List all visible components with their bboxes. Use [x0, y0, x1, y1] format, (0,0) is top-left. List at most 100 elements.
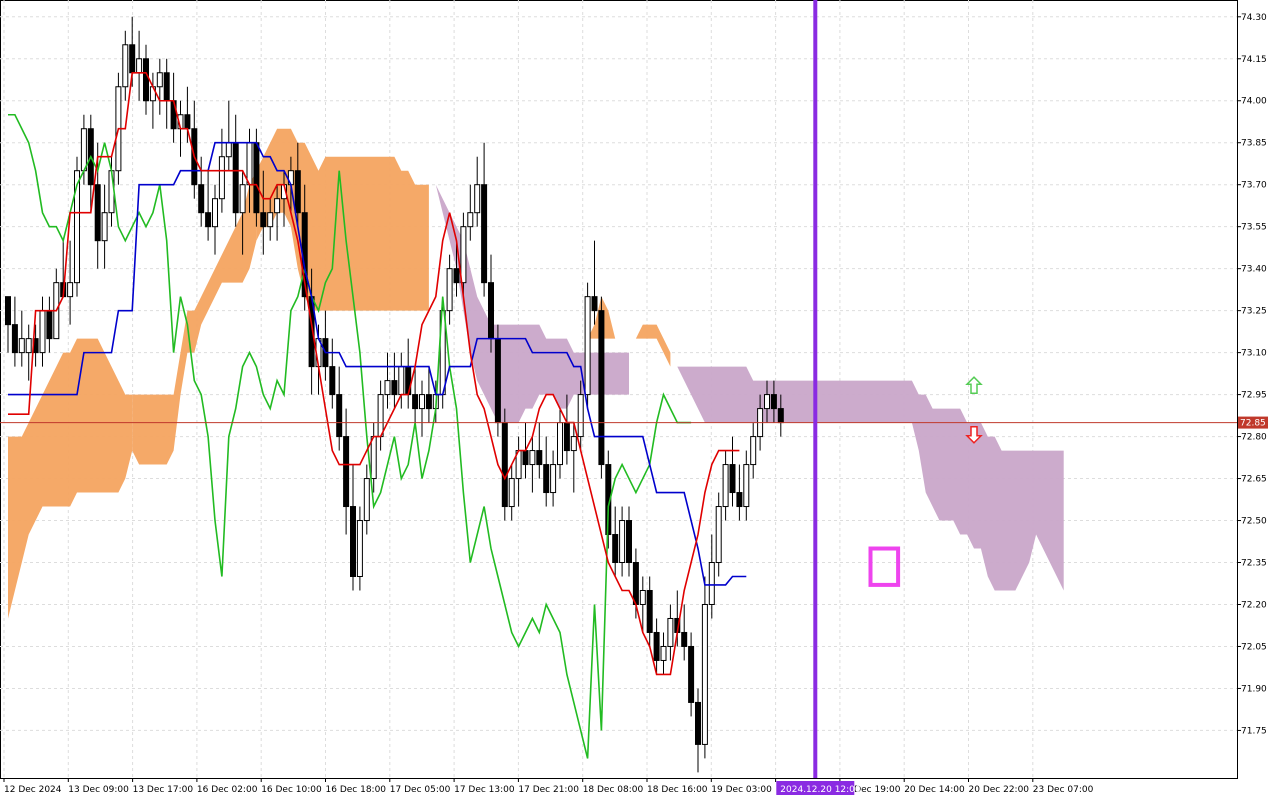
candle-body: [736, 492, 743, 508]
candle-body: [570, 436, 577, 452]
candle-body: [94, 184, 101, 242]
candle-body: [529, 450, 536, 466]
candle-body: [619, 520, 626, 564]
x-tick-label: 20 Dec 22:00: [969, 785, 1030, 795]
candle-body: [18, 338, 25, 354]
x-tick-label: 16 Dec 02:00: [197, 785, 258, 795]
candle-body: [5, 296, 11, 326]
candle-body: [129, 44, 136, 74]
candle-body: [205, 212, 212, 228]
ichimoku-chart[interactable]: 74.30 74.15 74.00 73.85 73.70 73.55 73.40 73.25…: [0, 0, 1280, 800]
vertical-marker-label: 2024.12.20 12:00: [780, 785, 861, 795]
x-tick-label: 17 Dec 05:00: [390, 785, 451, 795]
x-tick-label: 18 Dec 08:00: [583, 785, 644, 795]
x-tick-label: 12 Dec 2024: [4, 785, 62, 795]
x-tick-label: 16 Dec 18:00: [326, 785, 387, 795]
chart-container: 74.30 74.15 74.00 73.85 73.70 73.55 73.40 73.25…: [0, 0, 1280, 800]
y-tick-label: 71.75: [1241, 726, 1267, 736]
candle-body: [681, 631, 688, 647]
candle-body: [419, 394, 425, 410]
candle-body: [46, 310, 53, 340]
candle-body: [667, 617, 674, 647]
candle-body: [695, 701, 701, 745]
candle-body: [653, 631, 660, 661]
y-tick-label: 73.40: [1241, 265, 1267, 275]
x-tick-label: 13 Dec 09:00: [68, 785, 129, 795]
candle-body: [467, 212, 474, 228]
candle-body: [377, 394, 384, 438]
candle-body: [481, 184, 488, 284]
y-tick-label: 72.20: [1241, 600, 1267, 610]
y-tick-label: 72.35: [1241, 559, 1267, 569]
candle-body: [632, 562, 639, 605]
candle-body: [184, 114, 191, 130]
candle-body: [474, 184, 481, 214]
y-tick-label: 74.15: [1241, 55, 1267, 65]
candle-body: [425, 394, 432, 410]
candle-body: [122, 44, 129, 88]
candle-body: [239, 184, 246, 214]
y-tick-label: 73.10: [1241, 349, 1267, 359]
candle-body: [329, 366, 336, 396]
candle-body: [156, 72, 163, 88]
candle-body: [391, 380, 398, 396]
x-tick-label: 13 Dec 17:00: [133, 785, 194, 795]
y-tick-label: 71.90: [1241, 684, 1267, 694]
candle-body: [488, 282, 494, 340]
candle-body: [370, 436, 377, 480]
y-tick-label: 72.05: [1241, 642, 1267, 652]
current-price-label: 72.85: [1240, 419, 1266, 429]
candle-body: [777, 408, 784, 424]
candle-body: [260, 212, 267, 228]
candle-body: [101, 212, 108, 242]
candle-body: [494, 338, 501, 424]
candle-body: [598, 310, 605, 466]
candle-body: [218, 156, 225, 200]
candle-body: [343, 436, 350, 508]
candle-body: [764, 394, 770, 410]
y-tick-label: 72.65: [1241, 475, 1267, 485]
candle-body: [508, 478, 515, 508]
candle-body: [584, 296, 591, 396]
candle-body: [743, 464, 750, 508]
candle-body: [557, 422, 563, 466]
candle-body: [688, 645, 695, 703]
x-tick-label: 23 Dec 07:00: [1033, 785, 1094, 795]
candle-body: [80, 128, 87, 172]
candle-body: [336, 394, 343, 438]
candle-body: [225, 142, 232, 158]
candle-body: [460, 226, 467, 284]
candle-body: [453, 268, 460, 284]
candle-body: [136, 58, 143, 74]
candle-body: [198, 184, 205, 214]
candle-body: [384, 380, 391, 396]
candle-body: [612, 534, 619, 564]
y-axis: 74.30 74.15 74.00 73.85 73.70 73.55 73.40 73.25…: [1237, 13, 1268, 736]
candle-body: [363, 478, 370, 522]
x-axis: 12 Dec 2024 13 Dec 09:00 13 Dec 17:00 16 De…: [3, 778, 1094, 795]
candle-body: [701, 603, 708, 745]
y-tick-label: 73.55: [1241, 223, 1267, 233]
candle-body: [253, 142, 260, 214]
y-tick-label: 74.30: [1241, 13, 1267, 23]
candle-body: [646, 589, 653, 633]
candle-body: [729, 464, 736, 494]
x-tick-label: 19 Dec 03:00: [711, 785, 772, 795]
candle-body: [267, 212, 274, 228]
candle-body: [639, 589, 646, 605]
y-tick-label: 72.50: [1241, 517, 1267, 527]
candle-body: [25, 338, 32, 354]
candle-body: [398, 366, 405, 396]
candle-body: [11, 324, 18, 354]
candle-body: [356, 520, 363, 578]
x-tick-label: 17 Dec 21:00: [518, 785, 579, 795]
candle-body: [563, 422, 570, 452]
candle-body: [294, 170, 301, 214]
candle-body: [212, 198, 218, 228]
candle-body: [522, 450, 529, 466]
candle-body: [550, 464, 557, 494]
candle-body: [577, 394, 584, 438]
candle-body: [501, 422, 508, 508]
candle-body: [543, 464, 550, 494]
candle-body: [143, 58, 149, 102]
